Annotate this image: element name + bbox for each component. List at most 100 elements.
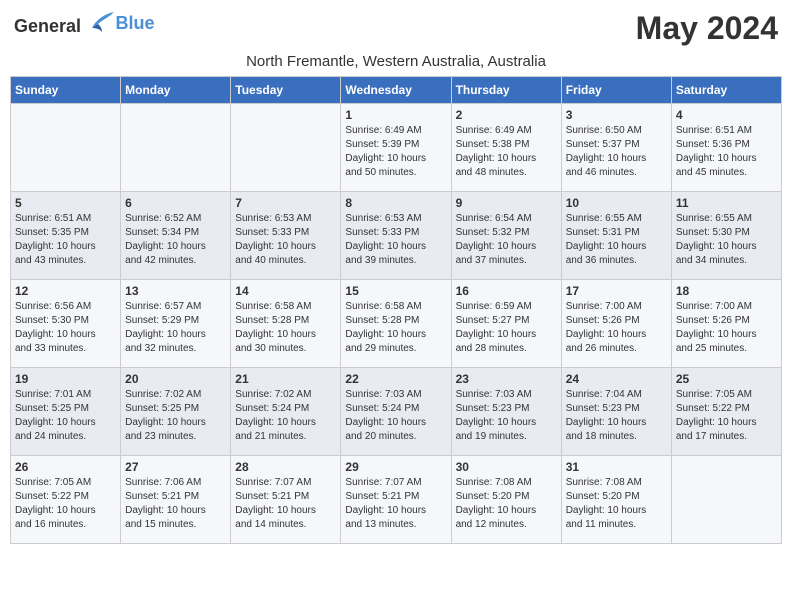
day-number: 22: [345, 372, 446, 386]
calendar-cell: [231, 104, 341, 192]
day-info: Sunrise: 7:02 AM Sunset: 5:25 PM Dayligh…: [125, 388, 226, 444]
location-subtitle: North Fremantle, Western Australia, Aust…: [10, 53, 782, 70]
day-number: 24: [566, 372, 667, 386]
calendar-cell: 26 Sunrise: 7:05 AM Sunset: 5:22 PM Dayli…: [11, 456, 121, 544]
day-info: Sunrise: 6:56 AM Sunset: 5:30 PM Dayligh…: [15, 300, 116, 356]
day-info: Sunrise: 6:51 AM Sunset: 5:35 PM Dayligh…: [15, 212, 116, 268]
day-number: 7: [235, 196, 336, 210]
day-number: 29: [345, 460, 446, 474]
calendar-cell: 1Sunrise: 6:49 AM Sunset: 5:39 PM Daylig…: [341, 104, 451, 192]
logo: General Blue: [14, 10, 155, 37]
logo-blue: Blue: [116, 13, 155, 33]
day-number: 13: [125, 284, 226, 298]
calendar-cell: 27 Sunrise: 7:06 AM Sunset: 5:21 PM Dayli…: [121, 456, 231, 544]
calendar-cell: 21 Sunrise: 7:02 AM Sunset: 5:24 PM Dayli…: [231, 368, 341, 456]
day-info: Sunrise: 7:03 AM Sunset: 5:23 PM Dayligh…: [456, 388, 557, 444]
day-number: 20: [125, 372, 226, 386]
day-number: 14: [235, 284, 336, 298]
calendar-cell: 17 Sunrise: 7:00 AM Sunset: 5:26 PM Dayli…: [561, 280, 671, 368]
calendar-cell: 3 Sunrise: 6:50 AM Sunset: 5:37 PM Daylig…: [561, 104, 671, 192]
day-number: 8: [345, 196, 446, 210]
day-number: 26: [15, 460, 116, 474]
calendar-cell: 9Sunrise: 6:54 AM Sunset: 5:32 PM Daylig…: [451, 192, 561, 280]
day-info: Sunrise: 6:51 AM Sunset: 5:36 PM Dayligh…: [676, 124, 777, 180]
day-number: 10: [566, 196, 667, 210]
day-info: Sunrise: 7:08 AM Sunset: 5:20 PM Dayligh…: [456, 476, 557, 532]
day-number: 6: [125, 196, 226, 210]
title-area: May 2024: [636, 10, 778, 47]
day-number: 1: [345, 108, 446, 122]
calendar-cell: 31 Sunrise: 7:08 AM Sunset: 5:20 PM Dayli…: [561, 456, 671, 544]
day-info: Sunrise: 7:07 AM Sunset: 5:21 PM Dayligh…: [345, 476, 446, 532]
calendar-week-row: 12Sunrise: 6:56 AM Sunset: 5:30 PM Dayli…: [11, 280, 782, 368]
calendar-week-row: 5 Sunrise: 6:51 AM Sunset: 5:35 PM Daylig…: [11, 192, 782, 280]
calendar-cell: 10 Sunrise: 6:55 AM Sunset: 5:31 PM Dayli…: [561, 192, 671, 280]
calendar-cell: 15 Sunrise: 6:58 AM Sunset: 5:28 PM Dayli…: [341, 280, 451, 368]
calendar-header-monday: Monday: [121, 77, 231, 104]
day-number: 30: [456, 460, 557, 474]
day-number: 23: [456, 372, 557, 386]
calendar-cell: 25Sunrise: 7:05 AM Sunset: 5:22 PM Dayli…: [671, 368, 781, 456]
calendar-header-sunday: Sunday: [11, 77, 121, 104]
day-number: 15: [345, 284, 446, 298]
calendar-cell: 12Sunrise: 6:56 AM Sunset: 5:30 PM Dayli…: [11, 280, 121, 368]
calendar-cell: 16 Sunrise: 6:59 AM Sunset: 5:27 PM Dayli…: [451, 280, 561, 368]
calendar-cell: 23 Sunrise: 7:03 AM Sunset: 5:23 PM Dayli…: [451, 368, 561, 456]
calendar-cell: 11Sunrise: 6:55 AM Sunset: 5:30 PM Dayli…: [671, 192, 781, 280]
calendar-cell: 29 Sunrise: 7:07 AM Sunset: 5:21 PM Dayli…: [341, 456, 451, 544]
day-info: Sunrise: 6:59 AM Sunset: 5:27 PM Dayligh…: [456, 300, 557, 356]
calendar-cell: 4 Sunrise: 6:51 AM Sunset: 5:36 PM Daylig…: [671, 104, 781, 192]
calendar-cell: [11, 104, 121, 192]
calendar-header-thursday: Thursday: [451, 77, 561, 104]
day-number: 5: [15, 196, 116, 210]
day-number: 2: [456, 108, 557, 122]
day-number: 3: [566, 108, 667, 122]
header: General Blue May 2024: [10, 10, 782, 47]
day-number: 28: [235, 460, 336, 474]
day-info: Sunrise: 6:55 AM Sunset: 5:31 PM Dayligh…: [566, 212, 667, 268]
calendar-cell: 18Sunrise: 7:00 AM Sunset: 5:26 PM Dayli…: [671, 280, 781, 368]
calendar-week-row: 1Sunrise: 6:49 AM Sunset: 5:39 PM Daylig…: [11, 104, 782, 192]
day-number: 17: [566, 284, 667, 298]
day-number: 16: [456, 284, 557, 298]
calendar-header-friday: Friday: [561, 77, 671, 104]
calendar-cell: 28 Sunrise: 7:07 AM Sunset: 5:21 PM Dayli…: [231, 456, 341, 544]
day-number: 31: [566, 460, 667, 474]
calendar-cell: 8 Sunrise: 6:53 AM Sunset: 5:33 PM Daylig…: [341, 192, 451, 280]
calendar-week-row: 19 Sunrise: 7:01 AM Sunset: 5:25 PM Dayli…: [11, 368, 782, 456]
day-number: 27: [125, 460, 226, 474]
day-info: Sunrise: 7:05 AM Sunset: 5:22 PM Dayligh…: [15, 476, 116, 532]
day-info: Sunrise: 6:58 AM Sunset: 5:28 PM Dayligh…: [235, 300, 336, 356]
day-number: 18: [676, 284, 777, 298]
day-number: 25: [676, 372, 777, 386]
day-info: Sunrise: 6:53 AM Sunset: 5:33 PM Dayligh…: [235, 212, 336, 268]
calendar-cell: 7 Sunrise: 6:53 AM Sunset: 5:33 PM Daylig…: [231, 192, 341, 280]
calendar-table: SundayMondayTuesdayWednesdayThursdayFrid…: [10, 76, 782, 544]
day-info: Sunrise: 6:50 AM Sunset: 5:37 PM Dayligh…: [566, 124, 667, 180]
day-info: Sunrise: 7:03 AM Sunset: 5:24 PM Dayligh…: [345, 388, 446, 444]
logo-bird-icon: [88, 10, 116, 32]
day-info: Sunrise: 7:07 AM Sunset: 5:21 PM Dayligh…: [235, 476, 336, 532]
calendar-cell: 24Sunrise: 7:04 AM Sunset: 5:23 PM Dayli…: [561, 368, 671, 456]
calendar-cell: [671, 456, 781, 544]
day-info: Sunrise: 7:08 AM Sunset: 5:20 PM Dayligh…: [566, 476, 667, 532]
day-number: 4: [676, 108, 777, 122]
day-number: 19: [15, 372, 116, 386]
calendar-cell: 19 Sunrise: 7:01 AM Sunset: 5:25 PM Dayli…: [11, 368, 121, 456]
calendar-body: 1Sunrise: 6:49 AM Sunset: 5:39 PM Daylig…: [11, 104, 782, 544]
day-info: Sunrise: 7:06 AM Sunset: 5:21 PM Dayligh…: [125, 476, 226, 532]
calendar-cell: 2 Sunrise: 6:49 AM Sunset: 5:38 PM Daylig…: [451, 104, 561, 192]
day-info: Sunrise: 6:58 AM Sunset: 5:28 PM Dayligh…: [345, 300, 446, 356]
day-info: Sunrise: 6:57 AM Sunset: 5:29 PM Dayligh…: [125, 300, 226, 356]
day-number: 9: [456, 196, 557, 210]
day-number: 11: [676, 196, 777, 210]
day-info: Sunrise: 7:00 AM Sunset: 5:26 PM Dayligh…: [566, 300, 667, 356]
day-info: Sunrise: 7:01 AM Sunset: 5:25 PM Dayligh…: [15, 388, 116, 444]
day-info: Sunrise: 6:53 AM Sunset: 5:33 PM Dayligh…: [345, 212, 446, 268]
day-info: Sunrise: 7:02 AM Sunset: 5:24 PM Dayligh…: [235, 388, 336, 444]
day-number: 21: [235, 372, 336, 386]
day-info: Sunrise: 6:49 AM Sunset: 5:38 PM Dayligh…: [456, 124, 557, 180]
calendar-cell: 5 Sunrise: 6:51 AM Sunset: 5:35 PM Daylig…: [11, 192, 121, 280]
calendar-header-row: SundayMondayTuesdayWednesdayThursdayFrid…: [11, 77, 782, 104]
calendar-cell: 30 Sunrise: 7:08 AM Sunset: 5:20 PM Dayli…: [451, 456, 561, 544]
